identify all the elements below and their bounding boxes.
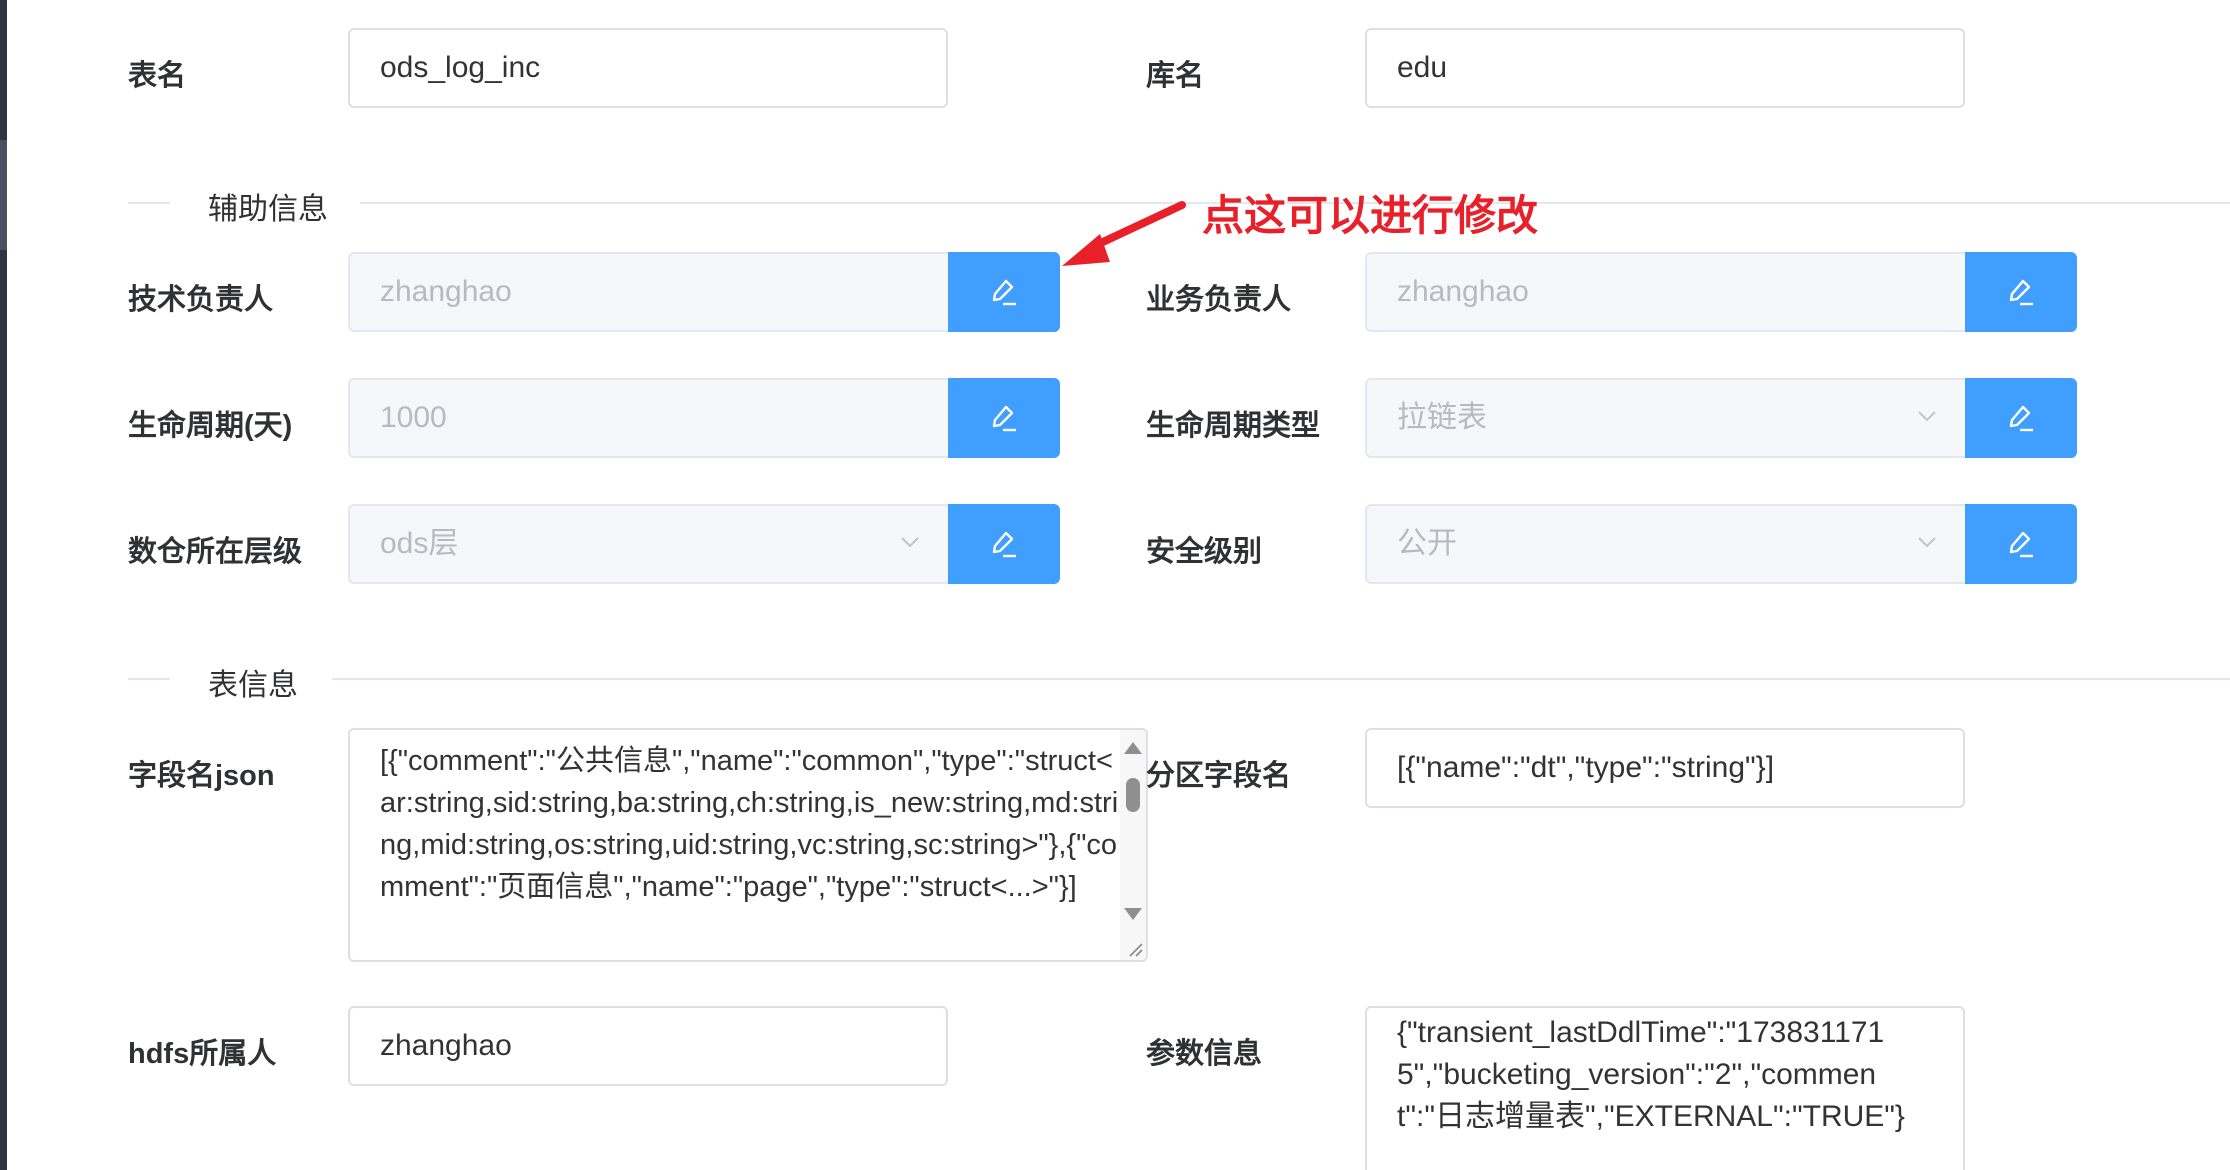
edit-pencil-icon — [992, 531, 1016, 558]
left-edge-segment — [0, 140, 7, 250]
biz-owner-edit-button[interactable] — [1965, 252, 2077, 332]
table-name-label: 表名 — [128, 60, 187, 92]
partition-fields-label: 分区字段名 — [1146, 760, 1292, 792]
partition-fields-input[interactable]: [{"name":"dt","type":"string"}] — [1365, 728, 1965, 808]
db-name-input[interactable]: edu — [1365, 28, 1965, 108]
edit-pencil-icon — [2009, 405, 2033, 432]
security-level-value: 公开 — [1397, 527, 1457, 560]
lifecycle-days-input[interactable]: 1000 — [348, 378, 948, 458]
lifecycle-days-label: 生命周期(天) — [128, 410, 293, 442]
tech-owner-edit-button[interactable] — [948, 252, 1060, 332]
table-info-divider-right — [332, 678, 2230, 680]
lifecycle-type-select[interactable]: 拉链表 — [1365, 378, 1965, 458]
resize-grip-icon[interactable] — [1126, 940, 1144, 958]
hdfs-owner-label: hdfs所属人 — [128, 1038, 277, 1070]
columns-json-text: [{"comment":"公共信息","name":"common","type… — [380, 745, 1119, 903]
annotation-text: 点这可以进行修改 — [1202, 192, 1539, 239]
scroll-thumb[interactable] — [1126, 778, 1140, 812]
security-level-edit-button[interactable] — [1965, 504, 2077, 584]
lifecycle-type-label: 生命周期类型 — [1146, 410, 1321, 442]
security-level-select[interactable]: 公开 — [1365, 504, 1965, 584]
hdfs-owner-input[interactable]: zhanghao — [348, 1006, 948, 1086]
biz-owner-label: 业务负责人 — [1146, 284, 1292, 316]
table-info-section-title: 表信息 — [208, 669, 298, 702]
edit-pencil-icon — [992, 279, 1016, 306]
aux-info-section-title: 辅助信息 — [208, 193, 328, 226]
columns-json-textarea[interactable]: [{"comment":"公共信息","name":"common","type… — [348, 728, 1148, 962]
table-info-divider-left — [128, 678, 170, 680]
dw-layer-edit-button[interactable] — [948, 504, 1060, 584]
biz-owner-input[interactable]: zhanghao — [1365, 252, 1965, 332]
tech-owner-input[interactable]: zhanghao — [348, 252, 948, 332]
edit-pencil-icon — [992, 405, 1016, 432]
lifecycle-type-edit-button[interactable] — [1965, 378, 2077, 458]
chevron-down-icon — [1918, 411, 1936, 422]
lifecycle-days-edit-button[interactable] — [948, 378, 1060, 458]
chevron-down-icon — [901, 537, 919, 548]
db-name-label: 库名 — [1146, 60, 1205, 92]
tech-owner-label: 技术负责人 — [128, 284, 274, 316]
params-textarea[interactable]: {"transient_lastDdlTime":"1738311715","b… — [1365, 1006, 1965, 1170]
dw-layer-value: ods层 — [380, 527, 459, 560]
edit-pencil-icon — [2009, 531, 2033, 558]
edit-pencil-icon — [2009, 279, 2033, 306]
columns-json-label: 字段名json — [128, 760, 275, 792]
annotation-arrow — [1062, 201, 1186, 266]
chevron-down-icon — [1918, 537, 1936, 548]
security-level-label: 安全级别 — [1146, 536, 1263, 568]
table-name-input[interactable]: ods_log_inc — [348, 28, 948, 108]
scroll-down-arrow-icon[interactable] — [1123, 906, 1143, 922]
lifecycle-type-value: 拉链表 — [1397, 401, 1487, 434]
dw-layer-select[interactable]: ods层 — [348, 504, 948, 584]
scroll-up-arrow-icon[interactable] — [1123, 740, 1143, 756]
params-label: 参数信息 — [1146, 1038, 1263, 1070]
columns-json-scrollbar[interactable] — [1120, 730, 1146, 960]
aux-info-divider-left — [128, 202, 170, 204]
left-edge-strip — [0, 0, 7, 1170]
dw-layer-label: 数仓所在层级 — [128, 536, 303, 568]
